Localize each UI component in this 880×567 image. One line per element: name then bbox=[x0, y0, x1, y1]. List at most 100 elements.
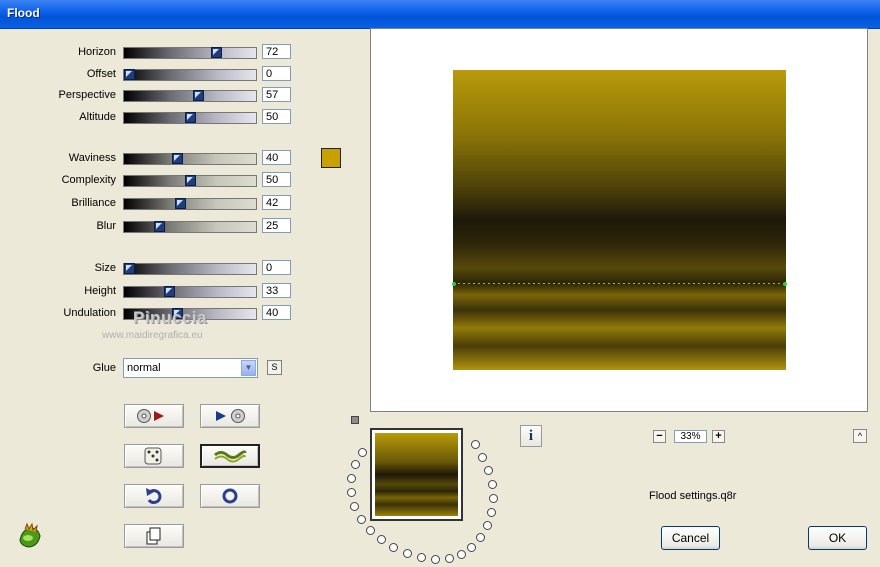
slider-row-perspective: Perspective 57 bbox=[0, 86, 300, 106]
blur-value-field[interactable]: 25 bbox=[262, 218, 291, 233]
navigator-ring-dot[interactable] bbox=[366, 526, 375, 535]
navigator-ring-dot[interactable] bbox=[389, 543, 398, 552]
glue-select-value: normal bbox=[127, 362, 161, 374]
size-slider-thumb[interactable] bbox=[124, 263, 135, 274]
altitude-slider-thumb[interactable] bbox=[185, 112, 196, 123]
navigator-ring-dot[interactable] bbox=[347, 474, 356, 483]
randomize-button[interactable] bbox=[124, 444, 184, 468]
wave-preview-button[interactable] bbox=[200, 444, 260, 468]
altitude-label: Altitude bbox=[79, 111, 116, 123]
collapse-up-button[interactable]: ^ bbox=[853, 429, 867, 443]
window-titlebar: Flood bbox=[0, 0, 880, 29]
navigator-ring-dot[interactable] bbox=[358, 448, 367, 457]
navigator-ring-dot[interactable] bbox=[478, 453, 487, 462]
navigator-ring-dot[interactable] bbox=[377, 535, 386, 544]
complexity-value-field[interactable]: 50 bbox=[262, 172, 291, 187]
navigator-ring-dot[interactable] bbox=[484, 466, 493, 475]
glue-s-button[interactable]: S bbox=[267, 360, 282, 375]
perspective-value-field[interactable]: 57 bbox=[262, 87, 291, 102]
slider-row-horizon: Horizon 72 bbox=[0, 43, 300, 63]
slider-row-complexity: Complexity 50 bbox=[0, 171, 300, 191]
undulation-value-field[interactable]: 40 bbox=[262, 305, 291, 320]
undulation-label: Undulation bbox=[63, 307, 116, 319]
brilliance-label: Brilliance bbox=[71, 197, 116, 209]
navigator-ring-dot[interactable] bbox=[357, 515, 366, 524]
reset-button[interactable] bbox=[200, 484, 260, 508]
navigator-ring-dot[interactable] bbox=[445, 554, 454, 563]
size-label: Size bbox=[94, 262, 116, 274]
watermark-name: Pinuccia bbox=[133, 308, 207, 327]
zoom-out-button[interactable]: − bbox=[653, 430, 666, 443]
waviness-slider-thumb[interactable] bbox=[172, 153, 183, 164]
altitude-slider[interactable] bbox=[123, 112, 257, 124]
slider-row-blur: Blur 25 bbox=[0, 217, 300, 237]
navigator-ring-dot[interactable] bbox=[457, 550, 466, 559]
slider-row-offset: Offset 0 bbox=[0, 65, 300, 85]
perspective-slider-thumb[interactable] bbox=[193, 90, 204, 101]
brilliance-value-field[interactable]: 42 bbox=[262, 195, 291, 210]
navigator-ring-dot[interactable] bbox=[467, 543, 476, 552]
navigator-ring-dot[interactable] bbox=[350, 502, 359, 511]
navigator-toggle-button[interactable] bbox=[351, 416, 359, 424]
glue-select[interactable]: normal ▼ bbox=[123, 358, 258, 378]
navigator-ring-dot[interactable] bbox=[487, 508, 496, 517]
height-label: Height bbox=[84, 285, 116, 297]
cancel-button[interactable]: Cancel bbox=[661, 526, 720, 550]
slider-row-height: Height 33 bbox=[0, 282, 300, 302]
zoom-in-button[interactable]: + bbox=[712, 430, 725, 443]
undo-icon bbox=[146, 488, 162, 505]
complexity-slider[interactable] bbox=[123, 175, 257, 187]
blur-slider-thumb[interactable] bbox=[154, 221, 165, 232]
horizon-handle-right[interactable] bbox=[783, 282, 787, 286]
wave-preview-icon bbox=[214, 450, 247, 463]
horizon-value-field[interactable]: 72 bbox=[262, 44, 291, 59]
undo-button[interactable] bbox=[124, 484, 184, 508]
brilliance-slider[interactable] bbox=[123, 198, 257, 210]
zoom-level: 33% bbox=[674, 430, 707, 443]
perspective-slider[interactable] bbox=[123, 90, 257, 102]
offset-value-field[interactable]: 0 bbox=[262, 66, 291, 81]
altitude-value-field[interactable]: 50 bbox=[262, 109, 291, 124]
height-value-field[interactable]: 33 bbox=[262, 283, 291, 298]
copy-icon bbox=[146, 527, 161, 545]
ok-button[interactable]: OK bbox=[808, 526, 867, 550]
randomize-dice-icon bbox=[144, 447, 162, 465]
waviness-slider[interactable] bbox=[123, 153, 257, 165]
navigator-ring-dot[interactable] bbox=[483, 521, 492, 530]
navigator-ring-dot[interactable] bbox=[431, 555, 440, 564]
navigator-ring-dot[interactable] bbox=[347, 488, 356, 497]
navigator-ring-dot[interactable] bbox=[403, 549, 412, 558]
navigator-ring-dot[interactable] bbox=[489, 494, 498, 503]
horizon-handle-left[interactable] bbox=[452, 282, 456, 286]
complexity-slider-thumb[interactable] bbox=[185, 175, 196, 186]
window-title: Flood bbox=[7, 6, 40, 20]
info-button[interactable]: i bbox=[520, 425, 542, 447]
offset-slider-thumb[interactable] bbox=[124, 69, 135, 80]
chevron-down-icon[interactable]: ▼ bbox=[241, 360, 256, 376]
navigator-ring-dot[interactable] bbox=[471, 440, 480, 449]
slider-row-altitude: Altitude 50 bbox=[0, 108, 300, 128]
navigator-thumbnail[interactable] bbox=[370, 428, 463, 521]
size-slider[interactable] bbox=[123, 263, 257, 275]
horizon-slider-thumb[interactable] bbox=[211, 47, 222, 58]
load-preset-icon bbox=[137, 409, 164, 423]
load-preset-button[interactable] bbox=[124, 404, 184, 428]
height-slider[interactable] bbox=[123, 286, 257, 298]
height-slider-thumb[interactable] bbox=[164, 286, 175, 297]
copy-button[interactable] bbox=[124, 524, 184, 548]
slider-row-size: Size 0 bbox=[0, 259, 300, 279]
reset-icon bbox=[222, 488, 238, 504]
complexity-label: Complexity bbox=[61, 174, 116, 186]
offset-slider[interactable] bbox=[123, 69, 257, 81]
waviness-value-field[interactable]: 40 bbox=[262, 150, 291, 165]
navigator-ring-dot[interactable] bbox=[476, 533, 485, 542]
size-value-field[interactable]: 0 bbox=[262, 260, 291, 275]
horizon-slider[interactable] bbox=[123, 47, 257, 59]
navigator-ring-dot[interactable] bbox=[488, 480, 497, 489]
navigator-ring-dot[interactable] bbox=[351, 460, 360, 469]
save-preset-button[interactable] bbox=[200, 404, 260, 428]
navigator-ring-dot[interactable] bbox=[417, 553, 426, 562]
flood-color-swatch[interactable] bbox=[321, 148, 341, 168]
brilliance-slider-thumb[interactable] bbox=[175, 198, 186, 209]
blur-slider[interactable] bbox=[123, 221, 257, 233]
